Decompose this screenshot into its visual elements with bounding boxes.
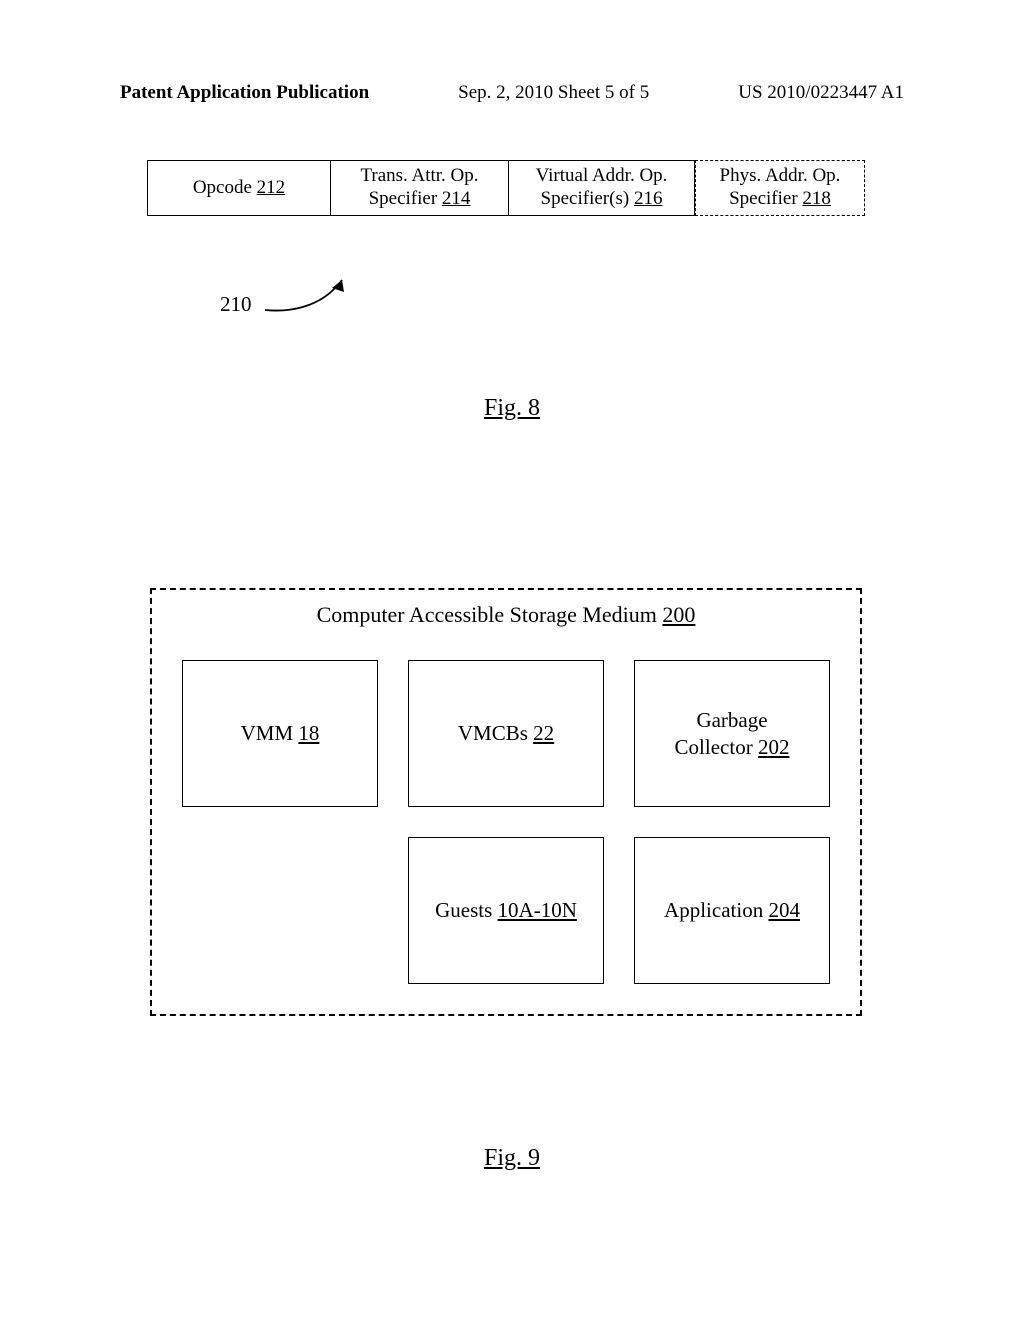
- fig9-title: Computer Accessible Storage Medium 200: [152, 602, 860, 628]
- fig8-phys-addr-cell: Phys. Addr. Op. Specifier 218: [695, 160, 865, 216]
- fig9-vmcbs-cell: VMCBs 22: [408, 660, 604, 807]
- guests-ref: 10A-10N: [498, 898, 577, 922]
- app-ref: 204: [768, 898, 800, 922]
- app-label: Application: [664, 898, 768, 922]
- fig8-caption-text: Fig. 8: [484, 395, 540, 421]
- gc-label: Collector: [675, 735, 758, 759]
- header-right: US 2010/0223447 A1: [738, 82, 904, 104]
- virt-addr-line1: Virtual Addr. Op.: [536, 165, 668, 188]
- patent-page: Patent Application Publication Sep. 2, 2…: [0, 0, 1024, 1320]
- fig9-title-ref: 200: [662, 602, 695, 627]
- guests-text: Guests 10A-10N: [435, 897, 577, 923]
- phys-addr-line1: Phys. Addr. Op.: [720, 165, 841, 188]
- phys-addr-ref: 218: [802, 188, 831, 209]
- fig8-caption: Fig. 8: [0, 395, 1024, 422]
- fig8-instruction-format: Opcode 212 Trans. Attr. Op. Specifier 21…: [147, 160, 865, 216]
- vmm-text: VMM 18: [241, 720, 320, 746]
- vmcbs-label: VMCBs: [458, 721, 533, 745]
- trans-attr-line1: Trans. Attr. Op.: [360, 165, 478, 188]
- gc-ref: 202: [758, 735, 790, 759]
- fig9-title-text: Computer Accessible Storage Medium: [317, 602, 663, 627]
- virt-addr-label: Specifier(s): [541, 188, 634, 209]
- fig8-opcode-text: Opcode 212: [193, 177, 285, 200]
- header-center: Sep. 2, 2010 Sheet 5 of 5: [458, 82, 649, 104]
- gc-line2: Collector 202: [675, 734, 790, 760]
- virt-addr-ref: 216: [634, 188, 663, 209]
- fig9-storage-medium: Computer Accessible Storage Medium 200 V…: [150, 588, 862, 1016]
- fig9-guests-cell: Guests 10A-10N: [408, 837, 604, 984]
- fig9-gc-cell: Garbage Collector 202: [634, 660, 830, 807]
- trans-attr-ref: 214: [442, 188, 471, 209]
- ref210-number: 210: [220, 292, 252, 317]
- vmm-label: VMM: [241, 721, 299, 745]
- vmcbs-ref: 22: [533, 721, 554, 745]
- phys-addr-line2: Specifier 218: [729, 188, 831, 211]
- header-left: Patent Application Publication: [120, 82, 369, 104]
- fig9-caption: Fig. 9: [0, 1145, 1024, 1172]
- vmm-ref: 18: [298, 721, 319, 745]
- trans-attr-label: Specifier: [369, 188, 442, 209]
- opcode-label: Opcode: [193, 177, 257, 198]
- phys-addr-label: Specifier: [729, 188, 802, 209]
- fig9-grid: VMM 18 VMCBs 22 Garbage Collector 202 Gu…: [182, 660, 830, 984]
- fig9-caption-text: Fig. 9: [484, 1145, 540, 1171]
- fig8-opcode-cell: Opcode 212: [147, 160, 331, 216]
- virt-addr-line2: Specifier(s) 216: [541, 188, 663, 211]
- gc-line1: Garbage: [696, 707, 767, 733]
- curved-arrow-icon: [260, 270, 355, 330]
- opcode-ref: 212: [257, 177, 286, 198]
- fig9-app-cell: Application 204: [634, 837, 830, 984]
- guests-label: Guests: [435, 898, 497, 922]
- fig8-virt-addr-cell: Virtual Addr. Op. Specifier(s) 216: [509, 160, 695, 216]
- vmcbs-text: VMCBs 22: [458, 720, 554, 746]
- fig8-ref210: 210: [220, 270, 355, 330]
- fig8-trans-attr-cell: Trans. Attr. Op. Specifier 214: [331, 160, 509, 216]
- fig9-vmm-cell: VMM 18: [182, 660, 378, 807]
- fig9-empty-cell: [182, 837, 378, 984]
- app-text: Application 204: [664, 897, 800, 923]
- page-header: Patent Application Publication Sep. 2, 2…: [120, 82, 904, 104]
- trans-attr-line2: Specifier 214: [369, 188, 471, 211]
